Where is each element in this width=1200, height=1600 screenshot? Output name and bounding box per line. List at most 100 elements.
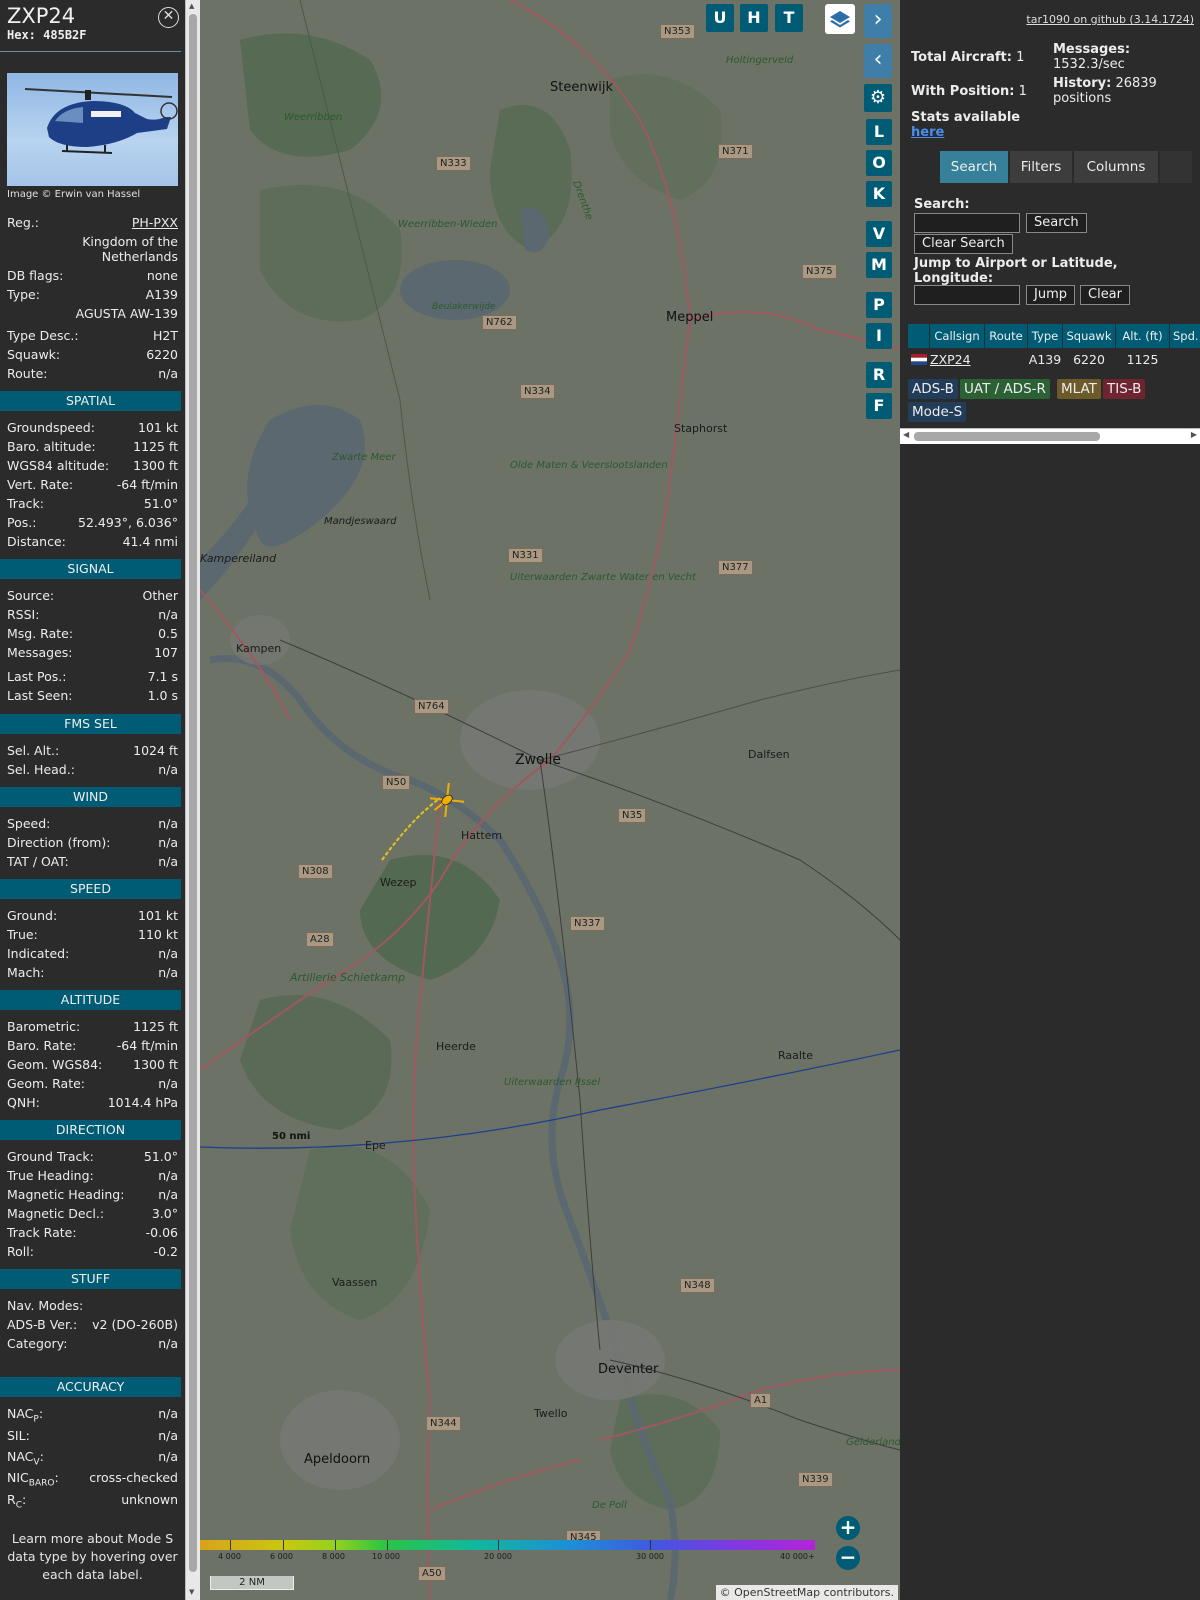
scroll-up-icon[interactable]: ▲ <box>189 2 194 10</box>
info-row: Nav. Modes: <box>7 1297 178 1314</box>
map-button-f[interactable]: F <box>866 393 892 419</box>
aircraft-info-panel: ZXP24 Hex: 485B2F ✕ Image © Erwin van Ha… <box>0 0 185 1600</box>
map-label-nature: Uiterwaarden Zwarte Water en Vecht <box>510 572 697 583</box>
scroll-down-icon[interactable]: ▼ <box>189 1588 194 1596</box>
tab-filters[interactable]: Filters <box>1010 151 1072 183</box>
info-row: Category: n/a <box>7 1335 178 1352</box>
map-button-t[interactable]: T <box>775 4 803 32</box>
row-label: Roll: <box>7 1244 34 1259</box>
table-header-type[interactable]: Type <box>1028 324 1062 348</box>
info-row: Barometric: 1125 ft <box>7 1018 178 1035</box>
map-button-k[interactable]: K <box>866 181 892 207</box>
aircraft-photo[interactable] <box>7 73 178 186</box>
row-label: Sel. Alt.: <box>7 743 60 758</box>
scroll-right-icon[interactable]: ▶ <box>1191 430 1197 439</box>
map-button-o[interactable]: O <box>866 150 892 176</box>
selected-hex: Hex: 485B2F <box>7 28 175 42</box>
map-button-u[interactable]: U <box>706 4 734 32</box>
map-button-m[interactable]: M <box>866 252 892 278</box>
version-link[interactable]: tar1090 on github (3.14.1724) <box>1026 13 1194 26</box>
stat-label: Messages: <box>1053 42 1131 57</box>
table-header-altitude[interactable]: Alt. (ft) <box>1116 324 1169 348</box>
helicopter-icon[interactable] <box>430 783 464 817</box>
search-label: Search: <box>914 197 970 212</box>
zoom-in-icon[interactable]: + <box>836 1516 860 1540</box>
type-name-value: AGUSTA AW-139 <box>75 306 178 321</box>
altitude-tick <box>387 1540 388 1550</box>
settings-gear-icon[interactable]: ⚙ <box>864 84 892 112</box>
legend-mlat: MLAT <box>1057 379 1101 399</box>
table-cell-callsign[interactable]: ZXP24 <box>930 349 974 371</box>
row-label: Distance: <box>7 534 66 549</box>
row-label: ADS-B Ver.: <box>7 1317 78 1332</box>
row-label: Category: <box>7 1336 68 1351</box>
registration-link[interactable]: PH-PXX <box>132 214 178 231</box>
stats-link[interactable]: here <box>911 125 944 140</box>
row-label: Baro. Rate: <box>7 1038 77 1053</box>
row-value: n/a <box>158 1336 178 1351</box>
close-icon[interactable]: ✕ <box>158 7 179 28</box>
clear-jump-button[interactable]: Clear <box>1080 285 1130 305</box>
row-value: n/a <box>158 1406 178 1421</box>
scroll-left-icon[interactable]: ◀ <box>903 430 909 439</box>
map-button-p[interactable]: P <box>866 292 892 318</box>
table-cell-squawk: 6220 <box>1073 352 1105 367</box>
netherlands-flag-icon <box>910 349 928 371</box>
table-header-squawk[interactable]: Squawk <box>1063 324 1115 348</box>
table-header-flag[interactable] <box>908 324 929 348</box>
route-label: Route: <box>7 366 48 381</box>
map-label-place: Mandjeswaard <box>324 516 397 527</box>
info-row: Sel. Head.: n/a <box>7 761 178 778</box>
tab-extra[interactable] <box>1160 151 1192 183</box>
label-main: R <box>7 1492 16 1507</box>
altitude-label: 8 000 <box>322 1552 345 1561</box>
table-header-speed[interactable]: Spd. <box>1170 324 1200 348</box>
tab-columns[interactable]: Columns <box>1074 151 1158 183</box>
map-label-place: Deventer <box>598 1362 659 1377</box>
road-shield: N331 <box>508 548 543 563</box>
map-button-l[interactable]: L <box>866 119 892 145</box>
stat-total-aircraft: Total Aircraft: 1 <box>911 50 1024 65</box>
map-button-i[interactable]: I <box>866 323 892 349</box>
table-cell-route <box>985 349 1027 371</box>
info-row: Mach: n/a <box>7 964 178 981</box>
altitude-tick <box>650 1540 651 1550</box>
info-header: ZXP24 Hex: 485B2F ✕ <box>0 0 181 52</box>
stat-label: History: <box>1053 76 1112 91</box>
tab-search[interactable]: Search <box>940 151 1008 183</box>
jump-button[interactable]: Jump <box>1026 285 1075 305</box>
layers-button[interactable] <box>825 4 855 34</box>
info-row: SIL: n/a <box>7 1427 178 1444</box>
clear-search-button[interactable]: Clear Search <box>914 234 1013 254</box>
horizontal-scrollbar-thumb[interactable] <box>914 432 1100 441</box>
search-input[interactable] <box>914 213 1020 233</box>
collapse-panel-arrow-icon[interactable]: ‹ <box>864 44 892 78</box>
scrollbar-thumb[interactable] <box>189 14 197 1572</box>
label-main: NAC <box>7 1406 34 1421</box>
road-shield: N337 <box>570 916 605 931</box>
table-header-callsign[interactable]: Callsign <box>930 324 984 348</box>
map-button-r[interactable]: R <box>866 362 892 388</box>
jump-input[interactable] <box>914 285 1020 305</box>
row-label: NICBARO: <box>7 1470 59 1489</box>
row-label: Ground Track: <box>7 1149 94 1164</box>
info-row: Msg. Rate: 0.5 <box>7 625 178 642</box>
table-horizontal-scrollbar[interactable]: ◀ ▶ <box>900 428 1200 444</box>
map-button-v[interactable]: V <box>866 221 892 247</box>
map-button-h[interactable]: H <box>740 4 768 32</box>
list-panel-top: tar1090 on github (3.14.1724) Total Airc… <box>900 0 1200 444</box>
altitude-gradient-bar <box>200 1540 815 1550</box>
info-panel-scrollbar[interactable]: ▲ ▼ <box>185 0 200 1600</box>
osm-attribution[interactable]: © OpenStreetMap contributors. <box>715 1585 898 1600</box>
zoom-out-icon[interactable]: − <box>836 1546 860 1570</box>
map-view[interactable]: Steenwijk Meppel Staphorst Zwolle Dalfse… <box>200 0 900 1600</box>
road-shield: N377 <box>718 560 753 575</box>
row-value: n/a <box>158 1168 178 1183</box>
row-value: unknown <box>121 1492 178 1507</box>
row-value: cross-checked <box>89 1470 178 1485</box>
row-label: RC: <box>7 1492 27 1511</box>
stat-value: 1 <box>1016 50 1025 65</box>
table-header-route[interactable]: Route <box>985 324 1027 348</box>
expand-panel-arrow-icon[interactable]: › <box>864 4 892 38</box>
search-button[interactable]: Search <box>1026 213 1087 233</box>
